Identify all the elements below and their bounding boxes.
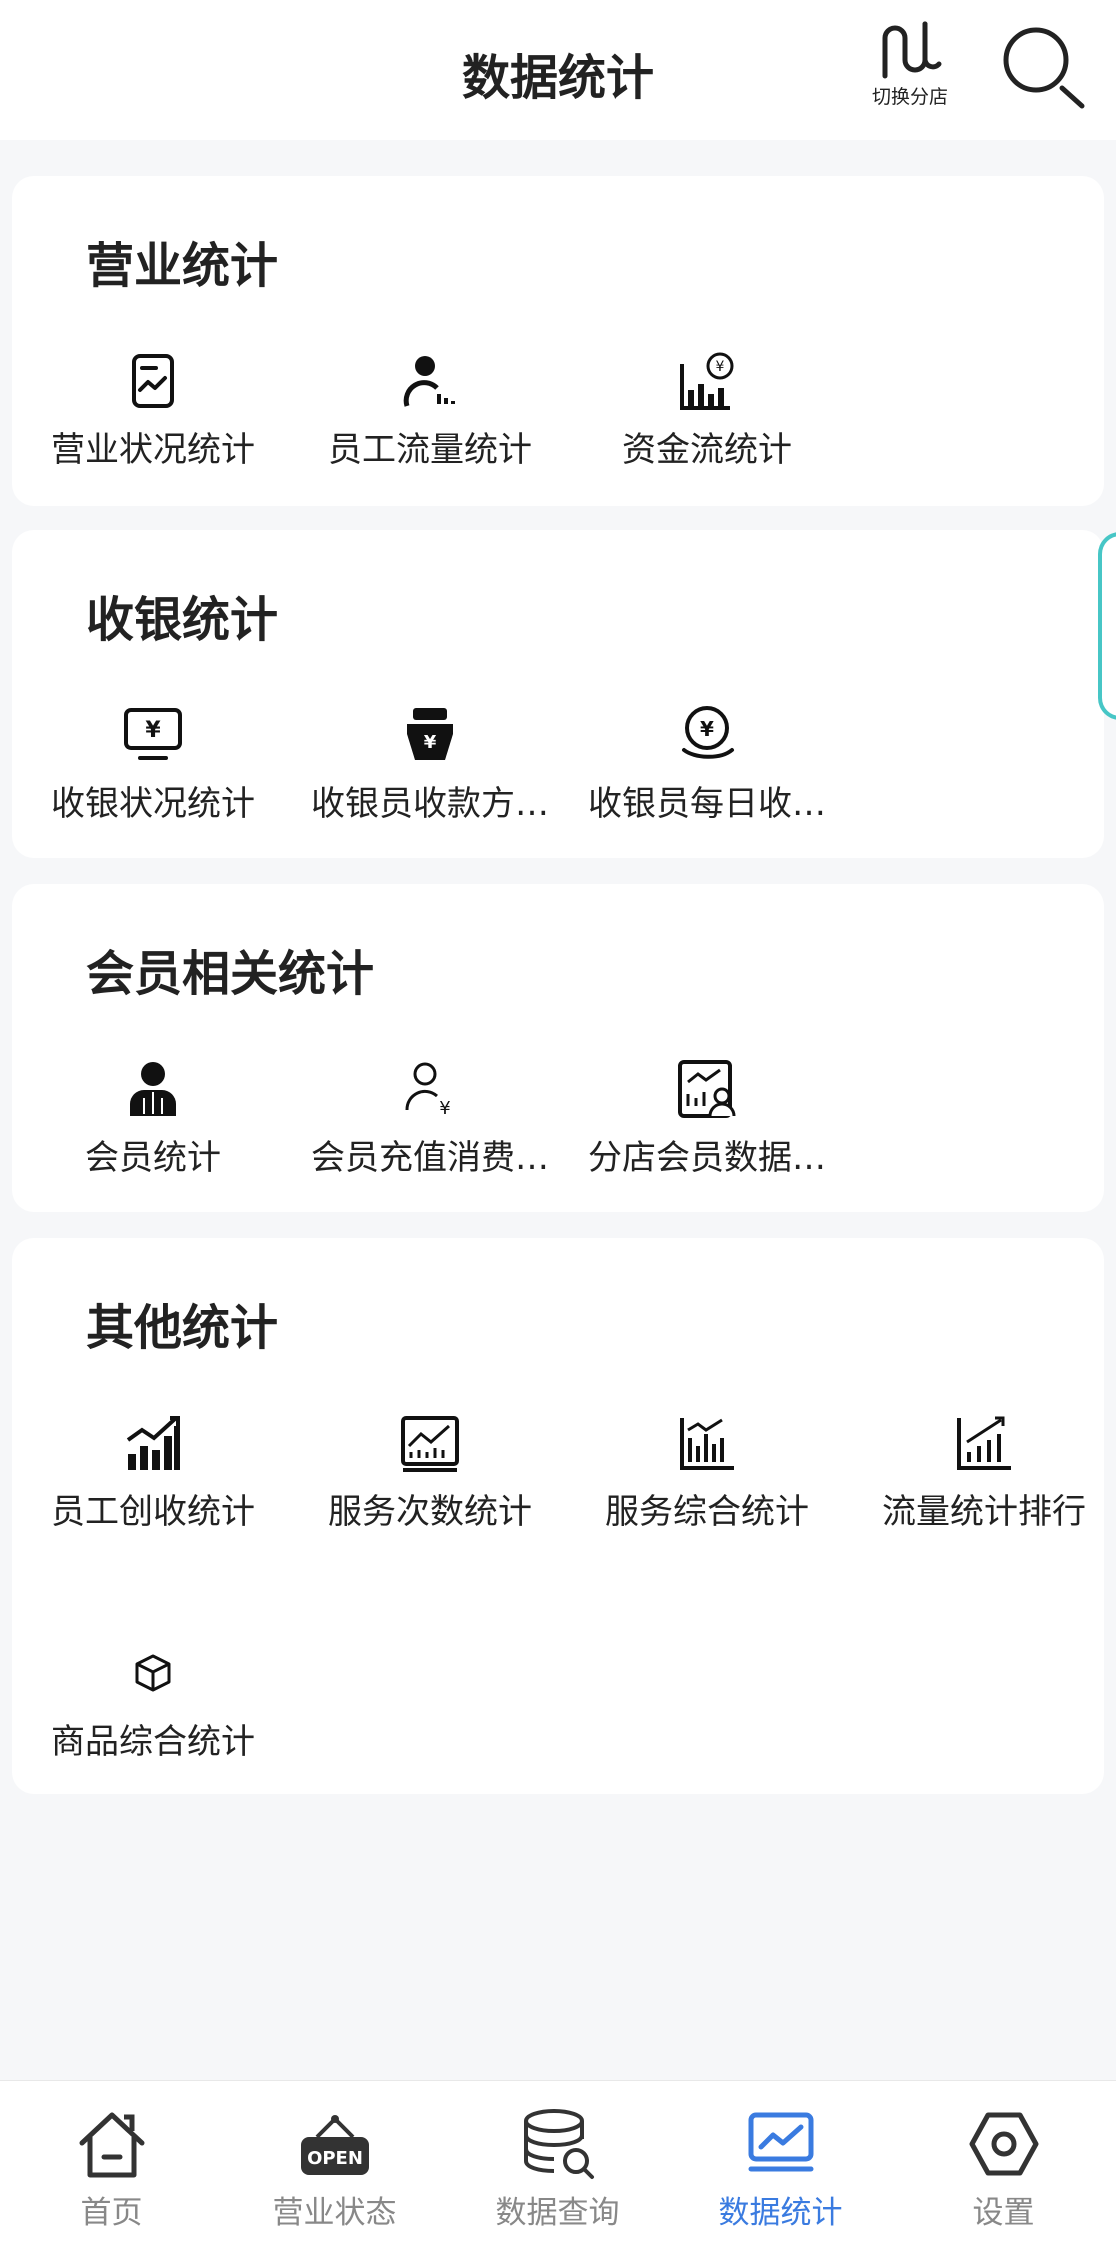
staff-revenue-icon <box>126 1416 180 1470</box>
item-label: 商品综合统计 <box>51 1722 255 1762</box>
floating-side-handle[interactable] <box>1098 532 1116 720</box>
product-summary-icon <box>135 1654 171 1692</box>
item-cashier-status[interactable]: ¥ 收银状况统计 <box>14 704 292 844</box>
item-cash-flow[interactable]: ¥ 资金流统计 <box>568 350 846 490</box>
item-label: 收银状况统计 <box>51 784 255 824</box>
item-label: 流量统计排行 <box>882 1492 1086 1532</box>
section-title: 收银统计 <box>86 592 279 648</box>
svg-text:OPEN: OPEN <box>307 2148 363 2169</box>
member-icon <box>130 1062 176 1116</box>
item-business-status[interactable]: 营业状况统计 <box>14 350 292 490</box>
search-button[interactable] <box>1000 22 1090 112</box>
tab-label: 首页 <box>80 2195 143 2231</box>
database-search-icon <box>523 2109 594 2179</box>
bottom-tab-bar: 首页 OPEN 营业状态 数据查询 数据统计 设置 <box>0 2080 1116 2250</box>
section-other-stats: 其他统计 员工创收统计 服务次数统计 服务综合统计 流量统计排行 商品综合统计 <box>12 1238 1104 1794</box>
tab-settings[interactable]: 设置 <box>892 2107 1115 2237</box>
business-report-icon <box>132 354 174 408</box>
member-recharge-icon: ¥ <box>405 1062 451 1119</box>
item-label: 收银员收款方… <box>311 784 549 824</box>
switch-store-button[interactable]: 切换分店 <box>862 18 958 114</box>
cashier-payment-icon: ¥ <box>407 708 453 760</box>
traffic-ranking-icon <box>957 1416 1011 1470</box>
item-cashier-daily[interactable]: ¥ 收银员每日收… <box>568 704 846 844</box>
item-staff-flow[interactable]: 员工流量统计 <box>291 350 569 490</box>
tab-label: 营业状态 <box>272 2195 397 2231</box>
switch-store-label: 切换分店 <box>871 86 948 108</box>
tab-home[interactable]: 首页 <box>0 2107 223 2237</box>
app-page: 数据统计 切换分店 营业统计 营业状况统计 员工流量统计 ¥ 资金流统计 收银统… <box>0 0 1116 2250</box>
item-service-summary[interactable]: 服务综合统计 <box>568 1412 846 1552</box>
svg-text:¥: ¥ <box>439 1098 450 1119</box>
open-sign-icon: OPEN <box>300 2115 369 2175</box>
section-title: 营业统计 <box>86 238 279 294</box>
svg-text:¥: ¥ <box>424 732 437 753</box>
section-member-stats: 会员相关统计 会员统计 ¥ 会员充值消费… 分店会员数据… <box>12 884 1104 1212</box>
item-member-recharge[interactable]: ¥ 会员充值消费… <box>291 1058 569 1198</box>
service-count-icon <box>401 1416 459 1472</box>
service-summary-icon <box>680 1418 734 1470</box>
section-business-stats: 营业统计 营业状况统计 员工流量统计 ¥ 资金流统计 <box>12 176 1104 506</box>
tab-data-stats[interactable]: 数据统计 <box>669 2107 892 2237</box>
section-title: 会员相关统计 <box>86 946 375 1002</box>
item-label: 收银员每日收… <box>588 784 826 824</box>
section-cashier-stats: 收银统计 ¥ 收银状况统计 ¥ 收银员收款方… ¥ 收银员每日收… <box>12 530 1104 858</box>
item-staff-revenue[interactable]: 员工创收统计 <box>14 1412 292 1552</box>
item-label: 员工流量统计 <box>328 430 532 470</box>
svg-text:¥: ¥ <box>145 718 161 743</box>
switch-store-icon <box>882 21 942 79</box>
chart-icon <box>748 2112 813 2172</box>
top-header: 数据统计 切换分店 <box>0 0 1116 140</box>
tab-data-query[interactable]: 数据查询 <box>446 2107 669 2237</box>
item-service-count[interactable]: 服务次数统计 <box>291 1412 569 1552</box>
item-product-summary[interactable]: 商品综合统计 <box>14 1642 292 1782</box>
svg-text:¥: ¥ <box>700 717 714 741</box>
section-title: 其他统计 <box>86 1300 279 1356</box>
settings-icon <box>969 2112 1038 2176</box>
search-icon <box>1003 27 1085 109</box>
tab-label: 设置 <box>972 2195 1035 2231</box>
item-label: 员工创收统计 <box>51 1492 255 1532</box>
branch-member-data-icon <box>678 1060 736 1118</box>
item-label: 服务综合统计 <box>605 1492 809 1532</box>
tab-label: 数据查询 <box>495 2195 620 2231</box>
item-cashier-payment[interactable]: ¥ 收银员收款方… <box>291 704 569 844</box>
cash-flow-icon: ¥ <box>680 352 734 410</box>
item-label: 会员统计 <box>85 1138 221 1178</box>
item-branch-member[interactable]: 分店会员数据… <box>568 1058 846 1198</box>
item-label: 资金流统计 <box>622 430 792 470</box>
item-label: 分店会员数据… <box>588 1138 826 1178</box>
item-label: 会员充值消费… <box>311 1138 549 1178</box>
tab-business-status[interactable]: OPEN 营业状态 <box>223 2107 446 2237</box>
home-icon <box>79 2112 144 2178</box>
item-member-stats[interactable]: 会员统计 <box>14 1058 292 1198</box>
tab-label: 数据统计 <box>718 2195 843 2231</box>
staff-flow-icon <box>403 356 455 407</box>
item-label: 服务次数统计 <box>328 1492 532 1532</box>
item-label: 营业状况统计 <box>51 430 255 470</box>
cashier-monitor-icon: ¥ <box>124 708 182 760</box>
cashier-daily-icon: ¥ <box>682 706 734 759</box>
item-traffic-ranking[interactable]: 流量统计排行 <box>845 1412 1116 1552</box>
svg-text:¥: ¥ <box>716 359 725 375</box>
